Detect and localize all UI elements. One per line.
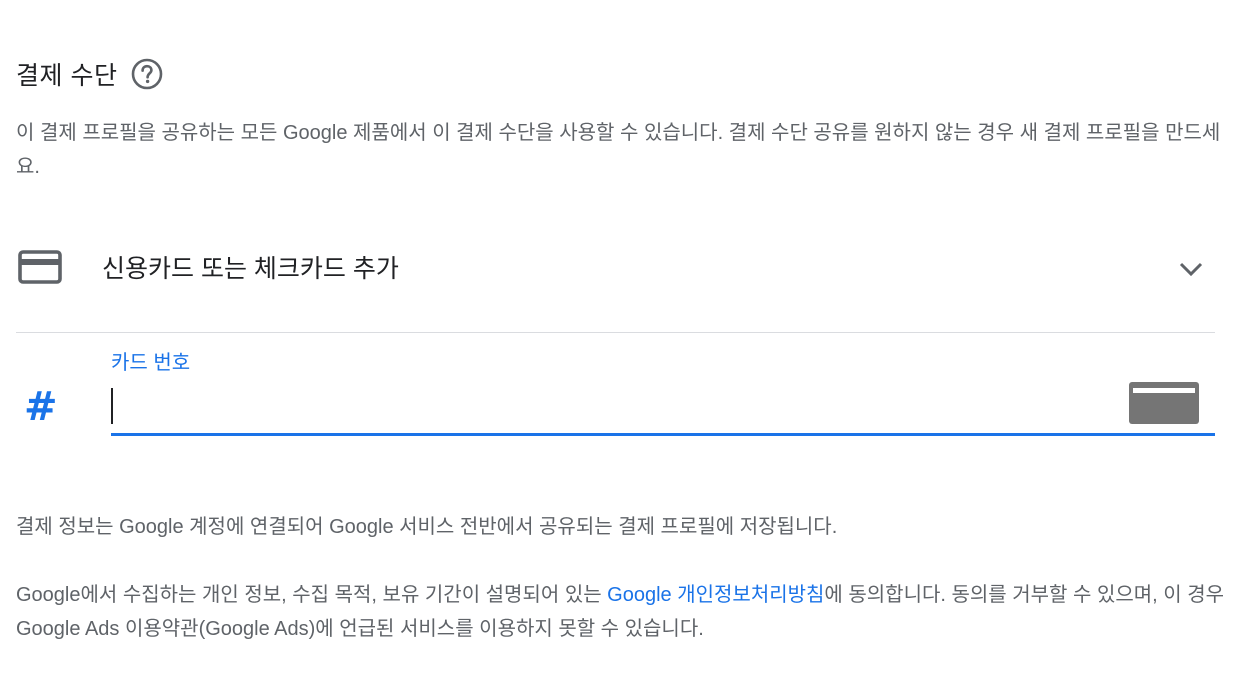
help-circle-icon[interactable] <box>131 58 163 90</box>
payment-method-description: 이 결제 프로필을 공유하는 모든 Google 제품에서 이 결제 수단을 사… <box>16 122 1221 178</box>
card-number-label: 카드 번호 <box>111 352 191 374</box>
payment-method-header: 결제 수단 <box>16 56 163 92</box>
chevron-down-icon[interactable] <box>1177 255 1205 283</box>
text-caret <box>111 388 113 424</box>
profile-storage-note: 결제 정보는 Google 계정에 연결되어 Google 서비스 전반에서 공… <box>16 516 838 538</box>
privacy-policy-link[interactable]: Google 개인정보처리방침 <box>607 584 824 606</box>
generic-card-icon <box>1129 382 1199 424</box>
add-card-expander[interactable]: 신용카드 또는 체크카드 추가 <box>16 230 1215 304</box>
divider <box>16 332 1215 333</box>
page-title: 결제 수단 <box>16 62 118 90</box>
add-card-label: 신용카드 또는 체크카드 추가 <box>102 255 399 283</box>
active-underline <box>111 433 1215 436</box>
privacy-text-before: Google에서 수집하는 개인 정보, 수집 목적, 보유 기간이 설명되어 … <box>16 584 608 606</box>
credit-card-icon <box>18 250 62 284</box>
card-number-field[interactable] <box>111 376 1215 436</box>
hash-icon: # <box>24 384 58 430</box>
card-number-input[interactable] <box>111 376 1111 432</box>
privacy-consent-text: Google에서 수집하는 개인 정보, 수집 목적, 보유 기간이 설명되어 … <box>16 578 1226 646</box>
